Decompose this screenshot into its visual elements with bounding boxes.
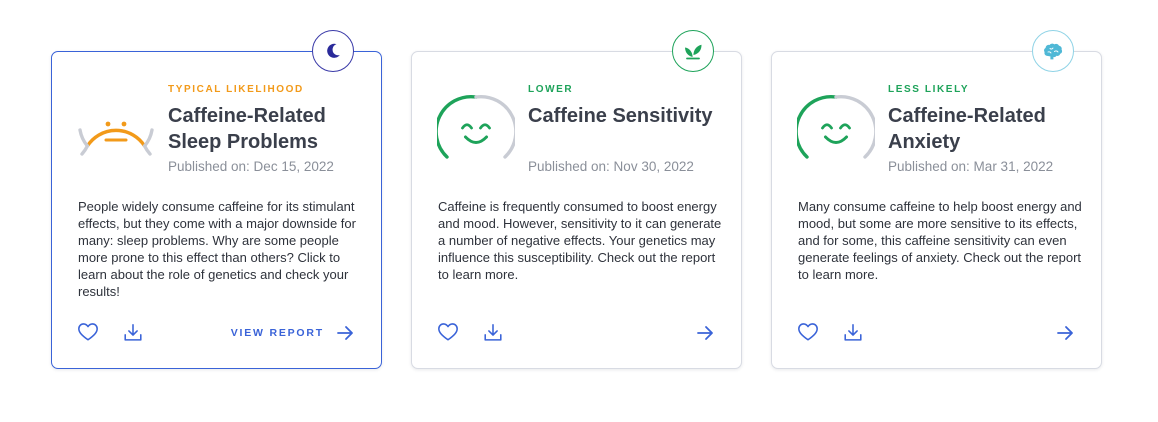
- arrow-right-icon: [697, 326, 713, 340]
- arrow-right-icon: [1057, 326, 1073, 340]
- card-description: Many consume caffeine to help boost ener…: [798, 199, 1082, 282]
- heart-icon[interactable]: [437, 321, 459, 343]
- badge-sleep: [312, 30, 354, 72]
- neutral-face-icon: [78, 121, 154, 156]
- leaves-icon: [685, 44, 702, 60]
- open-report-link[interactable]: [696, 324, 714, 342]
- moon-icon: [327, 43, 340, 58]
- category-label: TYPICAL LIKELIHOOD: [168, 84, 304, 95]
- report-card-sleep-problems[interactable]: TYPICAL LIKELIHOOD Caffeine-Related Slee…: [51, 30, 382, 369]
- published-date: Published on: Nov 30, 2022: [528, 159, 694, 174]
- badge-anxiety: [1032, 30, 1074, 72]
- smiling-face-icon: [437, 94, 515, 159]
- report-card-caffeine-anxiety[interactable]: LESS LIKELY Caffeine-Related Anxiety Pub…: [771, 30, 1102, 369]
- view-report-link[interactable]: VIEW REPORT: [231, 324, 354, 342]
- download-icon[interactable]: [482, 322, 504, 344]
- heart-icon[interactable]: [77, 321, 99, 343]
- arrow-right-icon: [337, 326, 353, 340]
- card-description: Caffeine is frequently consumed to boost…: [438, 199, 722, 282]
- card-title[interactable]: Caffeine Sensitivity: [528, 103, 728, 129]
- published-date: Published on: Dec 15, 2022: [168, 159, 334, 174]
- card-description: People widely consume caffeine for its s…: [78, 199, 356, 299]
- brain-icon: [1044, 43, 1063, 60]
- report-card-caffeine-sensitivity[interactable]: LOWER Caffeine Sensitivity Published on:…: [411, 30, 742, 369]
- category-label: LESS LIKELY: [888, 84, 970, 95]
- open-report-link[interactable]: [1056, 324, 1074, 342]
- card-title[interactable]: Caffeine-Related Anxiety: [888, 103, 1088, 155]
- heart-icon[interactable]: [797, 321, 819, 343]
- smiling-face-icon: [797, 94, 875, 159]
- badge-sensitivity: [672, 30, 714, 72]
- view-report-label: VIEW REPORT: [230, 327, 324, 339]
- category-label: LOWER: [528, 84, 574, 95]
- published-date: Published on: Mar 31, 2022: [888, 159, 1054, 174]
- card-title[interactable]: Caffeine-Related Sleep Problems: [168, 103, 368, 155]
- download-icon[interactable]: [122, 322, 144, 344]
- download-icon[interactable]: [842, 322, 864, 344]
